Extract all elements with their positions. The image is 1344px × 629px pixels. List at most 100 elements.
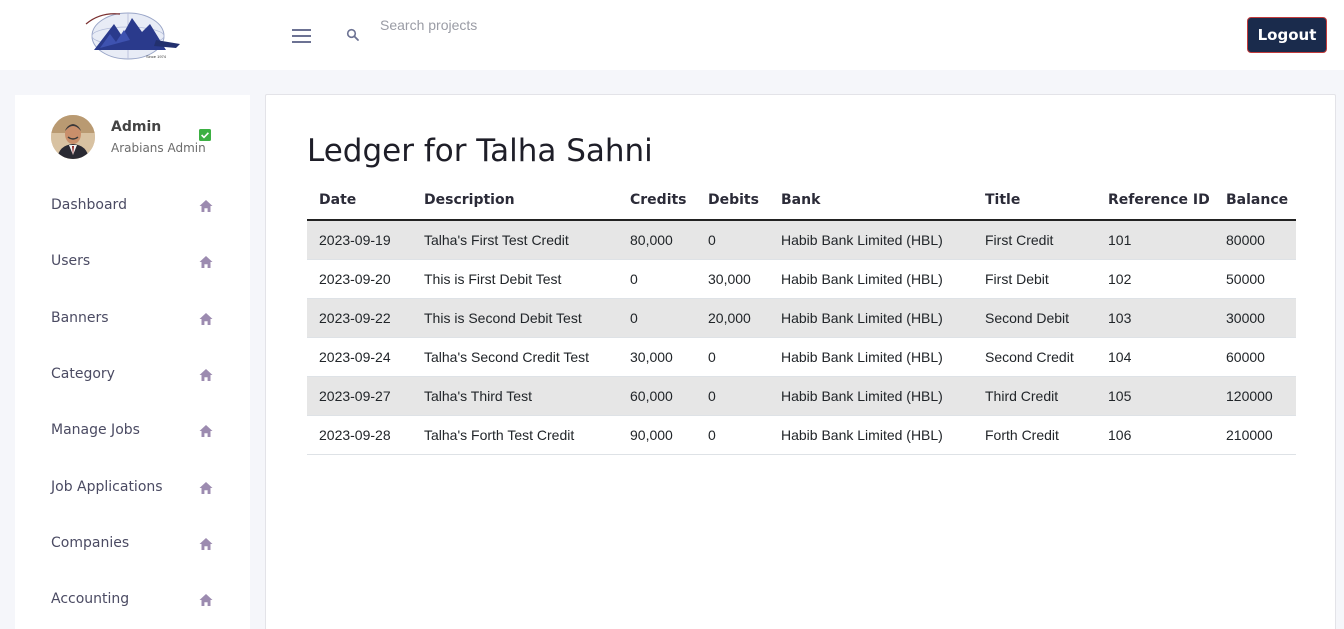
table-header-row: Date Description Credits Debits Bank Tit…: [307, 181, 1296, 221]
sidebar-item-job-applications[interactable]: Job Applications: [15, 468, 250, 508]
profile-block[interactable]: Admin Arabians Admin: [51, 115, 241, 161]
cell-debits: 0: [696, 415, 769, 455]
cell-debits: 30,000: [696, 259, 769, 299]
home-icon: [199, 256, 213, 268]
sidebar-item-category[interactable]: Category: [15, 355, 250, 395]
check-badge-icon: [199, 129, 211, 141]
cell-bank: Habib Bank Limited (HBL): [769, 259, 973, 299]
cell-bank: Habib Bank Limited (HBL): [769, 415, 973, 455]
home-icon: [199, 425, 213, 437]
cell-bank: Habib Bank Limited (HBL): [769, 337, 973, 377]
table-row: 2023-09-28 Talha's Forth Test Credit 90,…: [307, 415, 1296, 455]
top-navbar: Since 1974 Logout: [0, 0, 1344, 70]
table-row: 2023-09-19 Talha's First Test Credit 80,…: [307, 220, 1296, 260]
cell-balance: 60000: [1214, 337, 1296, 377]
search-icon: [346, 28, 359, 41]
cell-title: Second Credit: [973, 337, 1096, 377]
cell-date: 2023-09-19: [307, 220, 412, 260]
cell-date: 2023-09-27: [307, 376, 412, 416]
home-icon: [199, 200, 213, 212]
sidebar-item-users[interactable]: Users: [15, 242, 250, 282]
cell-credits: 90,000: [618, 415, 696, 455]
logout-button[interactable]: Logout: [1247, 17, 1327, 53]
cell-description: Talha's First Test Credit: [412, 220, 618, 260]
sidebar-item-manage-jobs[interactable]: Manage Jobs: [15, 411, 250, 451]
cell-credits: 30,000: [618, 337, 696, 377]
search-input[interactable]: [372, 10, 612, 40]
home-icon: [199, 482, 213, 494]
svg-text:Since 1974: Since 1974: [146, 54, 167, 59]
cell-bank: Habib Bank Limited (HBL): [769, 220, 973, 260]
column-header-balance: Balance: [1214, 181, 1296, 221]
cell-reference-id: 104: [1096, 337, 1214, 377]
home-icon: [199, 538, 213, 550]
profile-role: Arabians Admin: [111, 141, 206, 155]
cell-description: Talha's Forth Test Credit: [412, 415, 618, 455]
cell-title: First Credit: [973, 220, 1096, 260]
cell-reference-id: 101: [1096, 220, 1214, 260]
cell-date: 2023-09-20: [307, 259, 412, 299]
cell-description: This is First Debit Test: [412, 259, 618, 299]
sidebar-item-dashboard[interactable]: Dashboard: [15, 186, 250, 226]
ledger-card: Ledger for Talha Sahni Date Description …: [265, 94, 1336, 629]
sidebar-item-label: Job Applications: [51, 479, 163, 495]
cell-title: Third Credit: [973, 376, 1096, 416]
cell-balance: 80000: [1214, 220, 1296, 260]
cell-credits: 0: [618, 298, 696, 338]
cell-reference-id: 105: [1096, 376, 1214, 416]
column-header-debits: Debits: [696, 181, 769, 221]
cell-reference-id: 103: [1096, 298, 1214, 338]
cell-bank: Habib Bank Limited (HBL): [769, 298, 973, 338]
cell-title: Second Debit: [973, 298, 1096, 338]
page-title: Ledger for Talha Sahni: [307, 133, 653, 169]
cell-bank: Habib Bank Limited (HBL): [769, 376, 973, 416]
organization-logo[interactable]: Since 1974: [80, 10, 182, 62]
sidebar-item-label: Category: [51, 366, 115, 382]
cell-balance: 50000: [1214, 259, 1296, 299]
cell-balance: 120000: [1214, 376, 1296, 416]
sidebar-item-companies[interactable]: Companies: [15, 524, 250, 564]
cell-credits: 0: [618, 259, 696, 299]
sidebar-item-label: Manage Jobs: [51, 422, 140, 438]
column-header-credits: Credits: [618, 181, 696, 221]
column-header-bank: Bank: [769, 181, 973, 221]
ledger-table: Date Description Credits Debits Bank Tit…: [307, 181, 1296, 455]
sidebar-item-accounting[interactable]: Accounting: [15, 580, 250, 620]
cell-date: 2023-09-22: [307, 298, 412, 338]
cell-balance: 30000: [1214, 298, 1296, 338]
sidebar-item-label: Accounting: [51, 591, 130, 607]
cell-reference-id: 106: [1096, 415, 1214, 455]
column-header-date: Date: [307, 181, 412, 221]
cell-credits: 60,000: [618, 376, 696, 416]
home-icon: [199, 369, 213, 381]
cell-balance: 210000: [1214, 415, 1296, 455]
sidebar-item-label: Users: [51, 253, 91, 269]
table-row: 2023-09-20 This is First Debit Test 0 30…: [307, 259, 1296, 299]
sidebar: Admin Arabians Admin Dashboard Users Ban…: [15, 95, 250, 629]
home-icon: [199, 594, 213, 606]
cell-debits: 0: [696, 337, 769, 377]
home-icon: [199, 313, 213, 325]
column-header-title: Title: [973, 181, 1096, 221]
cell-description: Talha's Third Test: [412, 376, 618, 416]
sidebar-item-label: Banners: [51, 310, 109, 326]
cell-description: Talha's Second Credit Test: [412, 337, 618, 377]
table-row: 2023-09-22 This is Second Debit Test 0 2…: [307, 298, 1296, 338]
cell-debits: 0: [696, 376, 769, 416]
cell-credits: 80,000: [618, 220, 696, 260]
sidebar-item-banners[interactable]: Banners: [15, 299, 250, 339]
cell-date: 2023-09-28: [307, 415, 412, 455]
table-row: 2023-09-24 Talha's Second Credit Test 30…: [307, 337, 1296, 377]
sidebar-item-label: Dashboard: [51, 197, 127, 213]
cell-description: This is Second Debit Test: [412, 298, 618, 338]
hamburger-menu-icon: [291, 29, 311, 31]
table-row: 2023-09-27 Talha's Third Test 60,000 0 H…: [307, 376, 1296, 416]
cell-debits: 20,000: [696, 298, 769, 338]
avatar: [51, 115, 95, 159]
column-header-description: Description: [412, 181, 618, 221]
cell-reference-id: 102: [1096, 259, 1214, 299]
cell-date: 2023-09-24: [307, 337, 412, 377]
menu-toggle-button[interactable]: [288, 23, 314, 47]
cell-debits: 0: [696, 220, 769, 260]
sidebar-item-label: Companies: [51, 535, 130, 551]
